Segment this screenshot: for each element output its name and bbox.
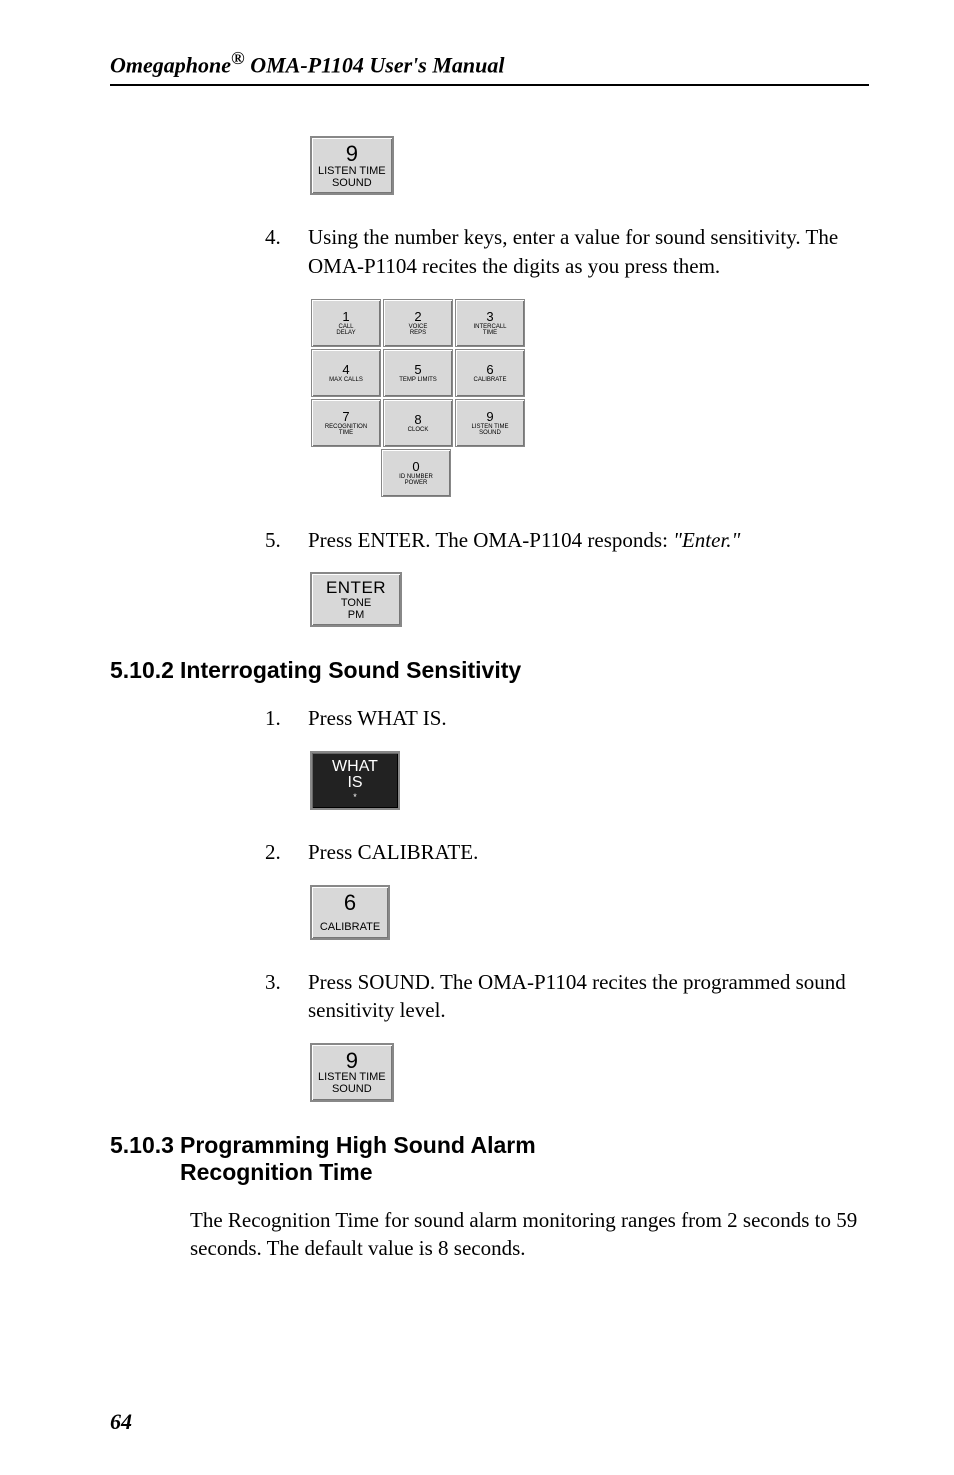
keypad-num: 7 [342, 409, 349, 424]
keypad-label: VOICEREPS [409, 324, 428, 336]
key-9-listen-sound-2: 9 LISTEN TIME SOUND [310, 1043, 394, 1102]
step-text: Press SOUND. The OMA-P1104 recites the p… [308, 968, 869, 1025]
keypad-key: 8CLOCK [383, 399, 453, 447]
section-5-10-3-body: The Recognition Time for sound alarm mon… [190, 1206, 869, 1263]
keypad-num: 4 [342, 362, 349, 377]
step-number: 4. [265, 223, 283, 280]
key-main: 6 [344, 890, 356, 915]
keypad-key: 5TEMP LIMITS [383, 349, 453, 397]
keypad-key: 1CALLDELAY [311, 299, 381, 347]
keypad-label: CALLDELAY [336, 324, 355, 336]
section-title-line1: Programming High Sound Alarm [180, 1132, 536, 1158]
keypad-label: TEMP LIMITS [399, 377, 437, 383]
section-title: Interrogating Sound Sensitivity [180, 657, 521, 683]
step-2: 2. Press CALIBRATE. [265, 838, 869, 866]
step-4: 4. Using the number keys, enter a value … [265, 223, 869, 280]
keypad-num: 0 [412, 459, 419, 474]
header-rule [110, 84, 869, 86]
step-5: 5. Press ENTER. The OMA-P1104 responds: … [265, 526, 869, 554]
keypad-label: CALIBRATE [474, 377, 507, 383]
step5-em: "Enter." [673, 528, 740, 552]
step-text: Press WHAT IS. [308, 704, 869, 732]
key-what-is: WHAT IS * [310, 751, 400, 811]
keypad-num: 5 [414, 362, 421, 377]
number-keypad: 1CALLDELAY2VOICEREPS3INTERCALLTIME4MAX C… [310, 298, 526, 498]
rh-post: OMA-P1104 User's Manual [245, 52, 505, 77]
keypad-num: 3 [486, 309, 493, 324]
rh-reg: ® [231, 48, 245, 68]
keypad-label: ID NUMBERPOWER [399, 474, 433, 486]
key-main: 9 [346, 1048, 358, 1073]
key-main: 9 [346, 141, 358, 166]
key-sub2: SOUND [318, 1084, 386, 1096]
keypad-num: 9 [486, 409, 493, 424]
key-enter: ENTER TONE PM [310, 572, 402, 627]
key-sub2: PM [320, 610, 392, 622]
keypad-key: 0ID NUMBERPOWER [381, 449, 451, 497]
key-sub1: LISTEN TIME [318, 166, 386, 178]
section-number: 5.10.2 [110, 657, 180, 684]
key-line2: IS [320, 775, 390, 792]
keypad-key: 7RECOGNITIONTIME [311, 399, 381, 447]
rh-pre: Omegaphone [110, 52, 231, 77]
keypad-key: 2VOICEREPS [383, 299, 453, 347]
keypad-num: 8 [414, 412, 421, 427]
step5-pre: Press ENTER. The OMA-P1104 responds: [308, 528, 673, 552]
step-1: 1. Press WHAT IS. [265, 704, 869, 732]
section-title-line2: Recognition Time [180, 1159, 373, 1185]
keypad-key: 4MAX CALLS [311, 349, 381, 397]
step-text: Press CALIBRATE. [308, 838, 869, 866]
key-sub1: CALIBRATE [318, 922, 382, 934]
keypad-num: 6 [486, 362, 493, 377]
step-number: 5. [265, 526, 283, 554]
keypad-label: LISTEN TIMESOUND [472, 424, 509, 436]
keypad-key: 6CALIBRATE [455, 349, 525, 397]
key-6-calibrate: 6 CALIBRATE [310, 885, 390, 940]
section-5-10-3-heading: 5.10.3Programming High Sound Alarm Recog… [110, 1132, 869, 1186]
key-sub2: SOUND [318, 178, 386, 190]
key-9-listen-sound: 9 LISTEN TIME SOUND [310, 136, 394, 195]
key-main: ENTER [326, 578, 386, 597]
keypad-key: 3INTERCALLTIME [455, 299, 525, 347]
section-5-10-2-heading: 5.10.2Interrogating Sound Sensitivity [110, 657, 869, 684]
step-text: Press ENTER. The OMA-P1104 responds: "En… [308, 526, 869, 554]
keypad-label: CLOCK [408, 427, 429, 433]
step-number: 1. [265, 704, 283, 732]
step-number: 2. [265, 838, 283, 866]
keypad-label: RECOGNITIONTIME [325, 424, 367, 436]
keypad-num: 2 [414, 309, 421, 324]
key-star: * [320, 792, 390, 802]
keypad-label: MAX CALLS [329, 377, 363, 383]
page-number: 64 [110, 1409, 132, 1435]
keypad-label: INTERCALLTIME [473, 324, 506, 336]
key-line1: WHAT [320, 759, 390, 776]
step-3: 3. Press SOUND. The OMA-P1104 recites th… [265, 968, 869, 1025]
section-number: 5.10.3 [110, 1132, 180, 1159]
running-header: Omegaphone® OMA-P1104 User's Manual [110, 48, 869, 78]
keypad-num: 1 [342, 309, 349, 324]
step-text: Using the number keys, enter a value for… [308, 223, 869, 280]
step-number: 3. [265, 968, 283, 1025]
keypad-key: 9LISTEN TIMESOUND [455, 399, 525, 447]
